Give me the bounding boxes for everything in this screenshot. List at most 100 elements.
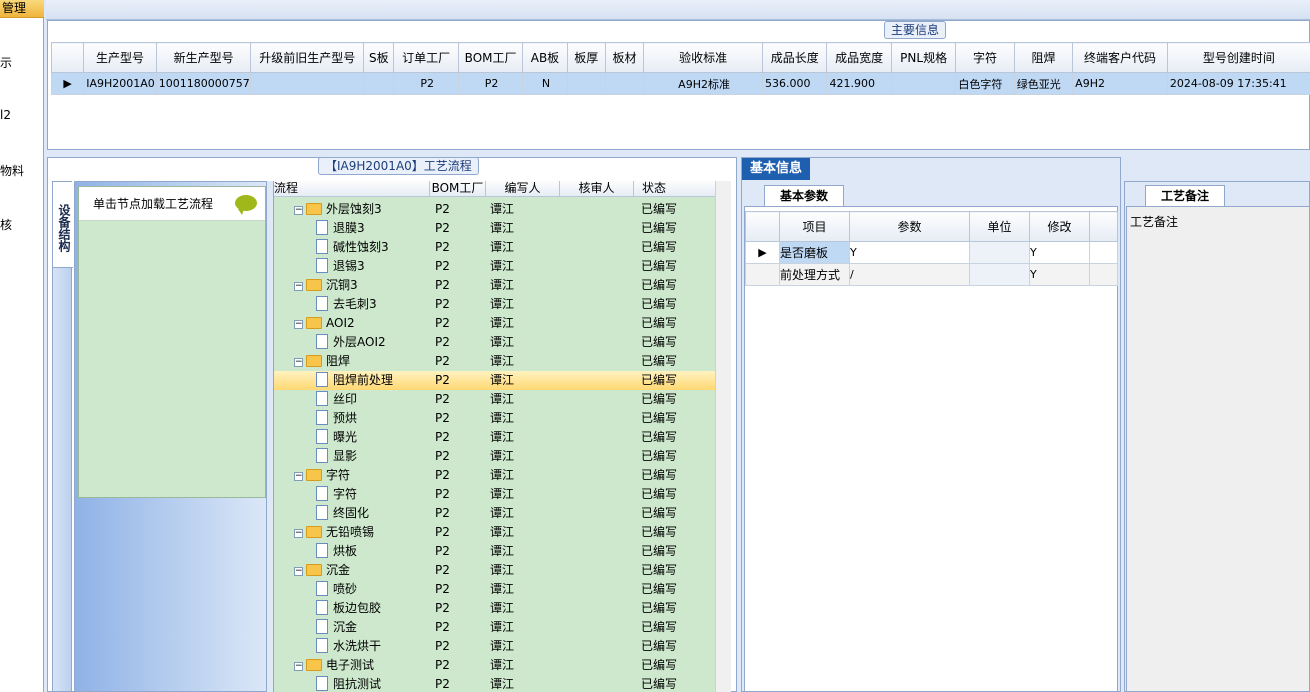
col-header-flow[interactable]: 流程 [274, 181, 430, 197]
col-header-3[interactable]: S板 [363, 42, 395, 73]
col-header-modify[interactable]: 修改 [1029, 211, 1090, 242]
col-header-4[interactable]: 订单工厂 [393, 42, 459, 73]
tree-step-node[interactable]: 丝印 P2 谭江 已编写 [274, 390, 715, 409]
tab-basic-info[interactable]: 基本信息 [742, 158, 810, 180]
col-header-0[interactable]: 生产型号 [83, 42, 157, 73]
tree-folder-node[interactable]: − 字符 P2 谭江 已编写 [274, 466, 715, 485]
tree-step-node[interactable]: 去毛刺3 P2 谭江 已编写 [274, 295, 715, 314]
main-info-cell[interactable]: 536.000 [761, 72, 828, 95]
col-header-13[interactable]: 字符 [955, 42, 1015, 73]
tree-step-node[interactable]: 退锡3 P2 谭江 已编写 [274, 257, 715, 276]
main-info-cell[interactable]: 2024-08-09 17:35:41 [1166, 72, 1310, 95]
col-header-item[interactable]: 项目 [779, 211, 850, 242]
param-modify-cell[interactable]: Y [1029, 263, 1090, 286]
tree-folder-node[interactable]: − 阻焊 P2 谭江 已编写 [274, 352, 715, 371]
param-unit-cell[interactable] [969, 241, 1030, 264]
nav-item-active[interactable]: 管理 [0, 0, 44, 18]
table-row[interactable]: 前处理方式 / Y [745, 263, 1118, 286]
param-item-cell[interactable]: 是否磨板 [779, 241, 850, 264]
tree-step-node[interactable]: 沉金 P2 谭江 已编写 [274, 618, 715, 637]
node-box[interactable]: 单击节点加载工艺流程 [78, 186, 266, 498]
col-header-reviewer[interactable]: 核审人 [560, 181, 634, 197]
collapse-icon[interactable]: − [294, 320, 303, 329]
nav-item[interactable]: 物料 [0, 162, 24, 179]
col-header-12[interactable]: PNL规格 [890, 42, 957, 73]
nav-item[interactable]: 核 [0, 216, 12, 233]
notes-box[interactable]: 工艺备注 [1126, 206, 1310, 692]
table-row[interactable]: ▶ 是否磨板 Y Y [745, 241, 1118, 264]
param-unit-cell[interactable] [969, 263, 1030, 286]
main-info-cell[interactable]: IA9H2001A0 [83, 72, 157, 95]
collapse-icon[interactable]: − [294, 567, 303, 576]
col-header-5[interactable]: BOM工厂 [457, 42, 524, 73]
table-row[interactable]: ▶ IA9H2001A0 10011800007577 P2 P2 N A9H2标准 536… [50, 72, 1310, 95]
tree-step-node[interactable]: 阻抗测试 P2 谭江 已编写 [274, 675, 715, 692]
param-value-cell[interactable]: Y [849, 241, 970, 264]
tree-folder-node[interactable]: − 沉铜3 P2 谭江 已编写 [274, 276, 715, 295]
col-header-unit[interactable]: 单位 [969, 211, 1030, 242]
col-header-10[interactable]: 成品长度 [761, 42, 828, 73]
main-info-cell[interactable]: 白色字符 [955, 72, 1015, 95]
nav-item[interactable]: l2 [0, 108, 11, 122]
col-header-bom[interactable]: BOM工厂 [430, 181, 486, 197]
main-info-cell[interactable]: P2 [393, 72, 459, 95]
tree-folder-node[interactable]: − 外层蚀刻3 P2 谭江 已编写 [274, 200, 715, 219]
collapse-icon[interactable]: − [294, 472, 303, 481]
param-item-cell[interactable]: 前处理方式 [779, 263, 850, 286]
tab-basic-params[interactable]: 基本参数 [764, 185, 844, 206]
collapse-icon[interactable]: − [294, 662, 303, 671]
tree-step-node[interactable]: 外层AOI2 P2 谭江 已编写 [274, 333, 715, 352]
col-header-16[interactable]: 型号创建时间 [1166, 42, 1310, 73]
tree-step-node[interactable]: 曝光 P2 谭江 已编写 [274, 428, 715, 447]
main-info-cell[interactable]: A9H2 [1072, 72, 1168, 95]
col-header-7[interactable]: 板厚 [566, 42, 606, 73]
tree-step-node[interactable]: 板边包胶 P2 谭江 已编写 [274, 599, 715, 618]
tree-step-node[interactable]: 终固化 P2 谭江 已编写 [274, 504, 715, 523]
tree-folder-node[interactable]: − 电子测试 P2 谭江 已编写 [274, 656, 715, 675]
tree-step-node[interactable]: 碱性蚀刻3 P2 谭江 已编写 [274, 238, 715, 257]
col-header-writer[interactable]: 编写人 [486, 181, 560, 197]
main-info-cell[interactable]: A9H2标准 [643, 72, 763, 95]
col-header-14[interactable]: 阻焊 [1013, 42, 1074, 73]
tab-equipment-structure[interactable]: 设备结构 [53, 182, 73, 268]
main-info-cell[interactable]: N [522, 72, 568, 95]
horizontal-splitter[interactable] [47, 150, 1310, 157]
main-info-cell[interactable]: 10011800007577 [155, 72, 252, 95]
collapse-icon[interactable]: − [294, 206, 303, 215]
tree-scrollbar[interactable] [715, 181, 731, 692]
main-info-cell[interactable] [250, 72, 365, 95]
tree-step-node[interactable]: 阻焊前处理 P2 谭江 已编写 [274, 371, 715, 390]
main-info-cell[interactable] [566, 72, 606, 95]
tree-step-node[interactable]: 字符 P2 谭江 已编写 [274, 485, 715, 504]
main-info-cell[interactable] [890, 72, 957, 95]
col-header-11[interactable]: 成品宽度 [826, 42, 892, 73]
tree-step-node[interactable]: 预烘 P2 谭江 已编写 [274, 409, 715, 428]
tree-step-node[interactable]: 退膜3 P2 谭江 已编写 [274, 219, 715, 238]
main-info-cell[interactable]: 绿色亚光 [1013, 72, 1074, 95]
main-info-cell[interactable] [363, 72, 395, 95]
collapse-icon[interactable]: − [294, 358, 303, 367]
tree-folder-node[interactable]: − 无铅喷锡 P2 谭江 已编写 [274, 523, 715, 542]
tree-step-node[interactable]: 喷砂 P2 谭江 已编写 [274, 580, 715, 599]
tree-folder-node[interactable]: − AOI2 P2 谭江 已编写 [274, 314, 715, 333]
collapse-icon[interactable]: − [294, 529, 303, 538]
param-value-cell[interactable]: / [849, 263, 970, 286]
col-header-15[interactable]: 终端客户代码 [1072, 42, 1168, 73]
main-info-cell[interactable]: 421.900 [826, 72, 892, 95]
col-header-2[interactable]: 升级前旧生产型号 [250, 42, 365, 73]
col-header-param[interactable]: 参数 [849, 211, 970, 242]
col-header-9[interactable]: 验收标准 [643, 42, 763, 73]
main-info-cell[interactable] [604, 72, 645, 95]
param-modify-cell[interactable]: Y [1029, 241, 1090, 264]
nav-item[interactable]: 示 [0, 54, 12, 71]
col-header-8[interactable]: 板材 [604, 42, 645, 73]
collapse-icon[interactable]: − [294, 282, 303, 291]
main-info-cell[interactable]: P2 [457, 72, 524, 95]
tree-step-node[interactable]: 显影 P2 谭江 已编写 [274, 447, 715, 466]
tree-folder-node[interactable]: − 沉金 P2 谭江 已编写 [274, 561, 715, 580]
col-header-6[interactable]: AB板 [522, 42, 568, 73]
col-header-1[interactable]: 新生产型号 [155, 42, 252, 73]
tree-step-node[interactable]: 烘板 P2 谭江 已编写 [274, 542, 715, 561]
col-header-status[interactable]: 状态 [634, 181, 715, 197]
tree-step-node[interactable]: 水洗烘干 P2 谭江 已编写 [274, 637, 715, 656]
